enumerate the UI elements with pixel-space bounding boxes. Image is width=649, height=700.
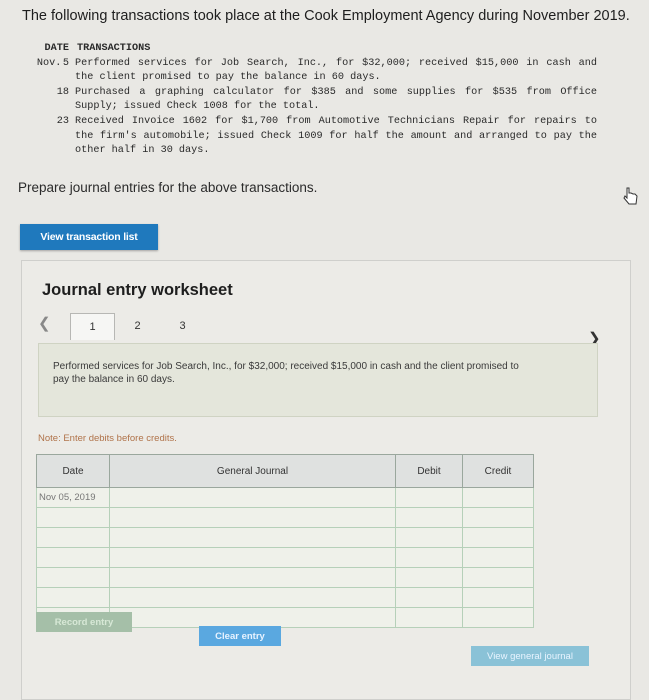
- entry-tabs: 1 2 3: [70, 313, 205, 340]
- transaction-item: Nov. 5 Performed services for Job Search,…: [22, 57, 597, 86]
- hand-cursor-icon: [623, 187, 638, 205]
- transaction-day: 18: [56, 86, 69, 98]
- debit-input[interactable]: [395, 547, 463, 568]
- date-cell: [36, 507, 110, 528]
- column-header-debit: Debit: [395, 454, 463, 488]
- tab-entry-1[interactable]: 1: [70, 313, 115, 340]
- journal-entry-worksheet: Journal entry worksheet ❮ 1 2 3 ❯ Perfor…: [21, 260, 631, 700]
- transaction-month: Nov.: [36, 57, 62, 69]
- transaction-day: 5: [62, 57, 69, 69]
- table-row: Nov 05, 2019: [36, 487, 534, 508]
- tab-entry-2[interactable]: 2: [115, 313, 160, 340]
- transaction-item: 23 Received Invoice 1602 for $1,700 from…: [22, 115, 597, 159]
- transaction-description: Performed services for Job Search, Inc.,…: [53, 361, 519, 385]
- page-title: The following transactions took place at…: [22, 8, 630, 24]
- debit-input[interactable]: [395, 587, 463, 608]
- table-row: [36, 527, 534, 548]
- date-cell: [36, 587, 110, 608]
- debit-input[interactable]: [395, 507, 463, 528]
- date-cell: [36, 567, 110, 588]
- date-header: DATE: [44, 43, 69, 54]
- credit-input[interactable]: [462, 507, 534, 528]
- view-general-journal-button[interactable]: View general journal: [471, 646, 589, 666]
- table-row: [36, 547, 534, 568]
- debit-input[interactable]: [395, 567, 463, 588]
- credit-input[interactable]: [462, 567, 534, 588]
- table-row: [36, 567, 534, 588]
- clear-entry-button[interactable]: Clear entry: [199, 626, 281, 646]
- account-input[interactable]: [109, 567, 396, 588]
- instructions: Prepare journal entries for the above tr…: [18, 180, 318, 195]
- account-input[interactable]: [109, 547, 396, 568]
- transaction-description-box: Performed services for Job Search, Inc.,…: [38, 343, 598, 417]
- transaction-day: 23: [56, 115, 69, 127]
- date-cell: [36, 527, 110, 548]
- journal-table: Date General Journal Debit Credit Nov 05…: [36, 454, 534, 628]
- transactions-header: TRANSACTIONS: [77, 43, 151, 54]
- chevron-left-icon[interactable]: ❮: [38, 314, 51, 332]
- record-entry-button[interactable]: Record entry: [36, 612, 132, 632]
- transaction-text: Performed services for Job Search, Inc.,…: [75, 57, 597, 84]
- date-cell: [36, 547, 110, 568]
- debit-input[interactable]: [395, 607, 463, 628]
- account-input[interactable]: [109, 487, 396, 508]
- debit-input[interactable]: [395, 487, 463, 508]
- transaction-item: 18 Purchased a graphing calculator for $…: [22, 86, 597, 115]
- worksheet-title: Journal entry worksheet: [42, 281, 233, 299]
- table-row: [36, 587, 534, 608]
- tab-entry-3[interactable]: 3: [160, 313, 205, 340]
- account-input[interactable]: [109, 507, 396, 528]
- view-transaction-list-button[interactable]: View transaction list: [20, 224, 158, 250]
- account-input[interactable]: [109, 527, 396, 548]
- column-header-credit: Credit: [462, 454, 534, 488]
- transactions-block: DATE TRANSACTIONS Nov. 5 Performed servic…: [22, 42, 597, 159]
- credit-input[interactable]: [462, 607, 534, 628]
- debit-input[interactable]: [395, 527, 463, 548]
- column-header-date: Date: [36, 454, 110, 488]
- account-input[interactable]: [109, 607, 396, 628]
- transaction-text: Received Invoice 1602 for $1,700 from Au…: [75, 115, 597, 157]
- note-text: Note: Enter debits before credits.: [38, 433, 177, 444]
- column-header-general-journal: General Journal: [109, 454, 396, 488]
- transaction-text: Purchased a graphing calculator for $385…: [75, 86, 597, 113]
- credit-input[interactable]: [462, 587, 534, 608]
- table-row: [36, 507, 534, 528]
- credit-input[interactable]: [462, 487, 534, 508]
- credit-input[interactable]: [462, 527, 534, 548]
- credit-input[interactable]: [462, 547, 534, 568]
- date-select[interactable]: Nov 05, 2019: [36, 487, 110, 508]
- account-input[interactable]: [109, 587, 396, 608]
